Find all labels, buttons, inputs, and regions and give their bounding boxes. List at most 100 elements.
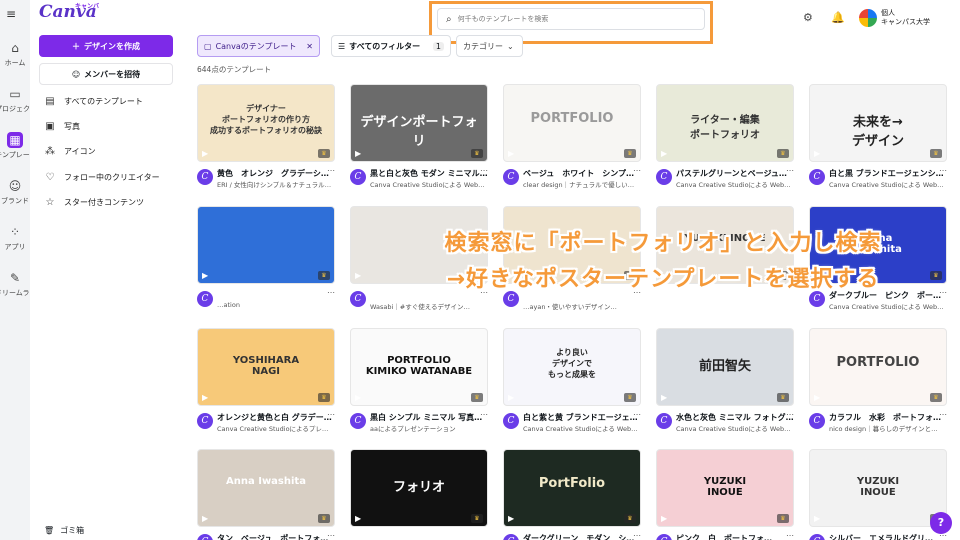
template-creator[interactable]: Canva Creative Studioによる Web… [676, 423, 794, 433]
template-thumbnail[interactable]: PORTFOLIO ▶ ♛ [503, 84, 641, 162]
rail-item-apps[interactable]: ⁘ アプリ [0, 224, 30, 252]
template-card[interactable]: フォリオ ▶ ♛ [350, 449, 488, 527]
creator-avatar[interactable]: C [503, 169, 519, 185]
template-title[interactable]: 黄色 オレンジ グラデーシ… [217, 168, 335, 179]
search-input[interactable]: ⌕ 何千ものテンプレートを検索 [437, 8, 705, 30]
template-creator[interactable]: Canva Creative Studioによる Web… [370, 179, 488, 189]
template-title[interactable]: ピンク 白 ポートフォ… [676, 533, 794, 540]
template-card[interactable]: PORTFOLIO KIMIKO WATANABE ▶ ♛ C 黒白 シンプル ミニマル… [350, 328, 488, 434]
template-creator[interactable]: Canva Creative Studioによる Web… [523, 423, 641, 433]
template-thumbnail[interactable]: PORTFOLIO KIMIKO WATANABE ▶ ♛ [350, 328, 488, 406]
more-options-icon[interactable]: ⋯ [327, 410, 335, 419]
creator-avatar[interactable]: C [503, 413, 519, 429]
notification-bell-icon[interactable]: 🔔 [831, 11, 845, 24]
template-title[interactable]: 黒と白と灰色 モダン ミニマル… [370, 168, 488, 179]
all-filters-button[interactable]: ☰ すべてのフィルター 1 [331, 35, 451, 57]
template-thumbnail[interactable]: ▶ ♛ [197, 206, 335, 284]
template-thumbnail[interactable]: YUZUKI INOUE▶♛ [809, 449, 947, 527]
template-card[interactable]: PORTFOLIO ▶ ♛ C カラフル 水彩 ポートフォ… nico design｜暮ら… [809, 328, 947, 434]
more-options-icon[interactable]: ⋯ [939, 166, 947, 175]
template-thumbnail[interactable]: デザイナー ポートフォリオの作り方 成功するポートフォリオの秘訣 ▶ ♛ [197, 84, 335, 162]
account-name[interactable]: 個人 キャンパス大学 [881, 9, 930, 27]
template-creator[interactable]: …ation [217, 301, 335, 309]
template-creator[interactable]: aaによるプレゼンテーション [370, 423, 488, 433]
template-title[interactable]: タン ベージュ ポートフォ… [217, 533, 335, 540]
more-options-icon[interactable]: ⋯ [633, 166, 641, 175]
sidebar-item-trash[interactable]: 🗑 ゴミ箱 [44, 525, 84, 536]
creator-avatar[interactable]: C [503, 534, 519, 540]
template-creator[interactable]: nico design｜暮らしのデザインと… [829, 423, 947, 433]
sidebar-item-photos[interactable]: ▣ 写真 [44, 121, 80, 132]
sidebar-item-starred[interactable]: ☆ スター付きコンテンツ [44, 197, 144, 208]
more-options-icon[interactable]: ⋯ [786, 410, 794, 419]
settings-gear-icon[interactable]: ⚙ [803, 11, 813, 24]
template-title[interactable]: 黒白 シンプル ミニマル 写真… [370, 412, 488, 423]
template-thumbnail[interactable]: 前田智矢 ▶ ♛ [656, 328, 794, 406]
creator-avatar[interactable]: C [809, 413, 825, 429]
creator-avatar[interactable]: C [197, 534, 213, 540]
rail-item-dream-lab[interactable]: ✎ドリームラボ [0, 270, 30, 298]
template-thumbnail[interactable]: ライター・編集 ポートフォリオ ▶ ♛ [656, 84, 794, 162]
creator-avatar[interactable]: C [197, 291, 213, 307]
template-card[interactable]: Anna Iwashita ▶ ♛ C タン ベージュ ポートフォ…⋯ [197, 449, 335, 540]
template-card[interactable]: デザインポートフォリ ▶ ♛ C 黒と白と灰色 モダン ミニマル… Canva Creat… [350, 84, 488, 190]
template-thumbnail[interactable]: YOSHIHARA NAGI ▶ ♛ [197, 328, 335, 406]
template-creator[interactable]: clear design｜ナチュラルで優しい… [523, 179, 641, 189]
template-card[interactable]: 未来を→ デザイン ▶ ♛ C 白と黒 ブランドエージェンシ… Canva Creativ… [809, 84, 947, 190]
template-thumbnail[interactable]: フォリオ ▶ ♛ [350, 449, 488, 527]
rail-item-home[interactable]: ⌂ ホーム [0, 40, 30, 68]
template-card[interactable]: YUZUKI INOUE ▶ ♛ C ピンク 白 ポートフォ…⋯ [656, 449, 794, 540]
template-thumbnail[interactable]: PortFolio ▶ ♛ [503, 449, 641, 527]
filter-chip-canva-templates[interactable]: ▢ Canvaのテンプレート ✕ [197, 35, 320, 57]
creator-avatar[interactable]: C [197, 169, 213, 185]
creator-avatar[interactable]: C [350, 169, 366, 185]
template-creator[interactable]: Canva Creative Studioによる Web… [676, 179, 794, 189]
close-icon[interactable]: ✕ [306, 42, 313, 51]
more-options-icon[interactable]: ⋯ [939, 410, 947, 419]
template-creator[interactable]: …ayan・使いやすいデザイン… [523, 301, 641, 311]
template-card[interactable]: YUZUKI INOUE▶♛Cシルバー エメラルドグリ…⋯ [809, 449, 947, 540]
more-options-icon[interactable]: ⋯ [480, 410, 488, 419]
invite-members-button[interactable]: ☺ メンバーを招待 [39, 63, 173, 85]
template-thumbnail[interactable]: デザインポートフォリ ▶ ♛ [350, 84, 488, 162]
more-options-icon[interactable]: ⋯ [480, 166, 488, 175]
rail-item-projects[interactable]: ▭プロジェクト [0, 86, 30, 114]
template-title[interactable]: ダークグリーン モダン シ… [523, 533, 641, 540]
more-options-icon[interactable]: ⋯ [786, 166, 794, 175]
template-thumbnail[interactable]: Anna Iwashita ▶ ♛ [197, 449, 335, 527]
template-creator[interactable]: Canva Creative Studioによる Web… [829, 179, 947, 189]
category-dropdown[interactable]: カテゴリー ⌄ [456, 35, 523, 57]
template-creator[interactable]: Canva Creative Studioによる Web… [829, 301, 947, 311]
create-design-button[interactable]: ＋ デザインを作成 [39, 35, 173, 57]
template-card[interactable]: YOSHIHARA NAGI ▶ ♛ C オレンジと黄色と白 グラデー… Canva Cr… [197, 328, 335, 434]
sidebar-item-following[interactable]: ♡ フォロー中のクリエイター [44, 172, 160, 183]
template-thumbnail[interactable]: PORTFOLIO ▶ ♛ [809, 328, 947, 406]
more-options-icon[interactable]: ⋯ [327, 288, 335, 297]
template-title[interactable]: パステルグリーンとベージュ… [676, 168, 794, 179]
more-options-icon[interactable]: ⋯ [633, 531, 641, 540]
creator-avatar[interactable]: C [350, 413, 366, 429]
template-creator[interactable]: ERI / 女性向けシンプル＆ナチュラル… [217, 179, 335, 189]
template-title[interactable]: カラフル 水彩 ポートフォ… [829, 412, 947, 423]
rail-item-brand[interactable]: ☺ ブランド [0, 178, 30, 206]
menu-icon[interactable]: ≡ [6, 7, 16, 21]
template-title[interactable]: オレンジと黄色と白 グラデー… [217, 412, 335, 423]
rail-item-templates[interactable]: ▦テンプレート [0, 132, 30, 160]
creator-avatar[interactable]: C [656, 413, 672, 429]
template-title[interactable]: 水色と灰色 ミニマル フォトグ… [676, 412, 794, 423]
more-options-icon[interactable]: ⋯ [327, 166, 335, 175]
template-card[interactable]: デザイナー ポートフォリオの作り方 成功するポートフォリオの秘訣 ▶ ♛ C 黄色 オレ… [197, 84, 335, 190]
template-creator[interactable]: Wasabi｜#すぐ使えるデザイン… [370, 301, 488, 311]
more-options-icon[interactable]: ⋯ [633, 410, 641, 419]
creator-avatar[interactable]: C [809, 534, 825, 540]
sidebar-item-all-templates[interactable]: ▤ すべてのテンプレート [44, 96, 143, 107]
template-thumbnail[interactable]: 未来を→ デザイン ▶ ♛ [809, 84, 947, 162]
template-card[interactable]: PortFolio ▶ ♛ C ダークグリーン モダン シ…⋯ [503, 449, 641, 540]
creator-avatar[interactable]: C [656, 169, 672, 185]
sidebar-item-icons[interactable]: ⁂ アイコン [44, 146, 96, 157]
account-avatar[interactable] [859, 9, 877, 27]
template-creator[interactable]: Canva Creative Studioによるプレ… [217, 423, 335, 433]
template-thumbnail[interactable]: より良い デザインで もっと成果を ▶ ♛ [503, 328, 641, 406]
creator-avatar[interactable]: C [197, 413, 213, 429]
template-card[interactable]: ▶ ♛ C …ation ⋯ [197, 206, 335, 312]
